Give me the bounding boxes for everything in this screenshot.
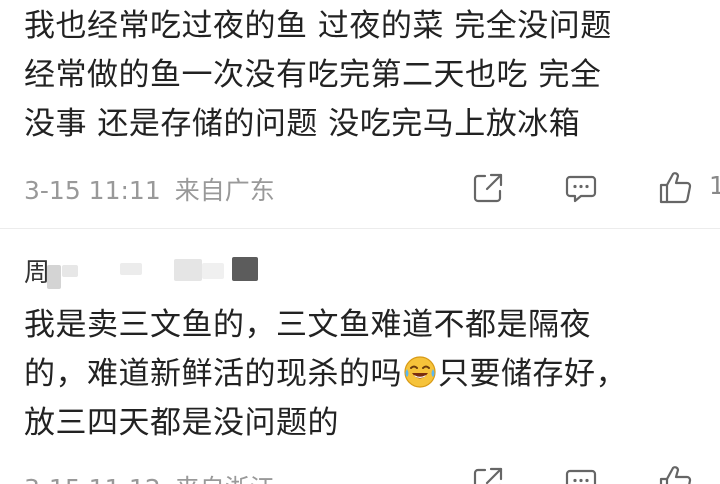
redaction-block [174, 259, 202, 281]
reply-button[interactable] [563, 170, 599, 206]
comment-location: 来自浙江 [175, 474, 275, 484]
comment-line-part: 的，难道新鲜活的现杀的吗 [24, 356, 402, 392]
comment-item: 周 我是卖三文鱼的，三文鱼难道不都是隔夜 的，难道新鲜活的现杀的吗 只要储存好，… [0, 229, 720, 484]
redaction-block [62, 265, 78, 277]
thumbs-up-icon [657, 464, 693, 484]
like-count: 1 [709, 171, 720, 200]
laughing-tears-emoji [403, 355, 437, 389]
comment-icon [563, 464, 599, 484]
comment-feed: 我也经常吃过夜的鱼 过夜的菜 完全没问题 经常做的鱼一次没有吃完第二天也吃 完全… [0, 0, 720, 484]
comment-date: 3-15 11:11 [24, 176, 161, 205]
redaction-block [47, 265, 61, 289]
comment-line: 的，难道新鲜活的现杀的吗 只要储存好， [24, 350, 714, 399]
reply-button[interactable] [563, 464, 599, 484]
comment-line: 没事 还是存储的问题 没吃完马上放冰箱 [24, 106, 581, 142]
share-icon [470, 170, 506, 206]
share-icon [470, 464, 506, 484]
comment-icon [563, 170, 599, 206]
comment-date: 3-15 11:12 [24, 474, 161, 484]
username-redacted[interactable]: 周 [24, 255, 258, 289]
redaction-block [120, 263, 142, 275]
share-button[interactable] [470, 464, 506, 484]
comment-line: 我是卖三文鱼的，三文鱼难道不都是隔夜 [24, 307, 591, 343]
comment-text: 我是卖三文鱼的，三文鱼难道不都是隔夜 的，难道新鲜活的现杀的吗 只要储存好， 放… [24, 301, 714, 448]
like-button[interactable] [657, 464, 693, 484]
comment-meta: 3-15 11:11 来自广东 [24, 171, 275, 207]
comment-meta: 3-15 11:12 来自浙江 [24, 469, 275, 484]
comment-line: 我也经常吃过夜的鱼 过夜的菜 完全没问题 [24, 8, 612, 44]
like-button[interactable] [657, 170, 693, 206]
share-button[interactable] [470, 170, 506, 206]
comment-line-part: 只要储存好， [438, 356, 627, 392]
comment-line: 经常做的鱼一次没有吃完第二天也吃 完全 [24, 57, 602, 93]
comment-line: 放三四天都是没问题的 [24, 405, 339, 441]
comment-location: 来自广东 [174, 176, 275, 205]
thumbs-up-icon [657, 170, 693, 206]
redaction-block [232, 257, 258, 281]
comment-text: 我也经常吃过夜的鱼 过夜的菜 完全没问题 经常做的鱼一次没有吃完第二天也吃 完全… [24, 2, 714, 149]
redaction-block [202, 263, 224, 279]
comment-item: 我也经常吃过夜的鱼 过夜的菜 完全没问题 经常做的鱼一次没有吃完第二天也吃 完全… [0, 0, 720, 228]
